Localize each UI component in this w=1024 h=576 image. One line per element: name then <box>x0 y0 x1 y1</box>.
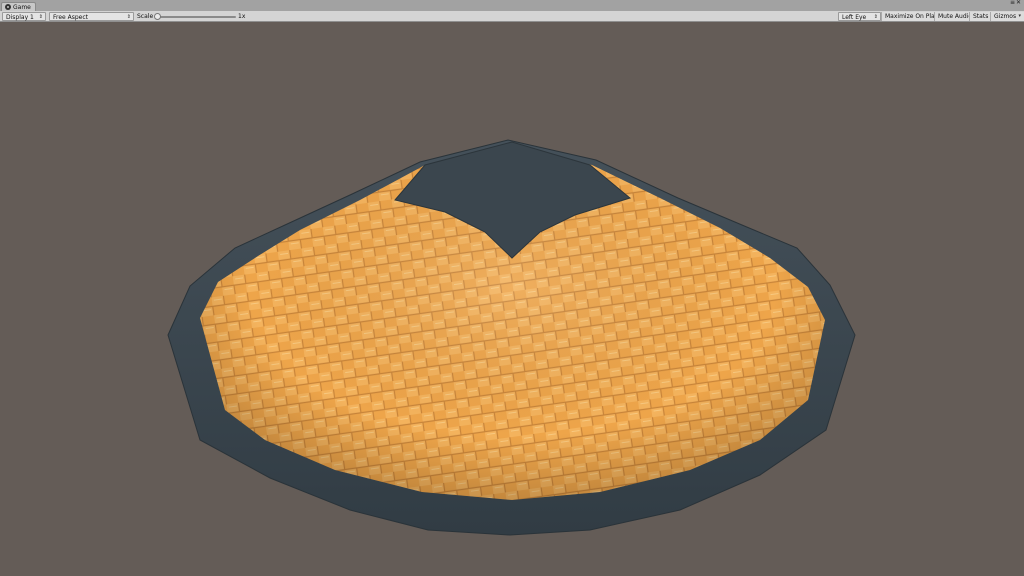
maximize-on-play-button[interactable]: Maximize On Play <box>881 12 942 21</box>
gizmos-dropdown[interactable]: Gizmos ▾ <box>990 12 1024 21</box>
tab-game[interactable]: Game <box>1 2 36 11</box>
chevron-updown-icon: ⇕ <box>38 14 43 20</box>
scale-value: 1x <box>238 13 246 20</box>
display-dropdown[interactable]: Display 1 ⇕ <box>2 12 46 21</box>
eye-label: Left Eye <box>842 14 867 21</box>
tab-bar: Game ≡ ✕ <box>0 0 1024 11</box>
unity-game-window: Game ≡ ✕ Display 1 ⇕ Free Aspect ⇕ Scale… <box>0 0 1024 576</box>
gizmos-label: Gizmos <box>994 13 1017 20</box>
chevron-updown-icon: ⇕ <box>873 14 878 20</box>
aspect-label: Free Aspect <box>53 14 89 21</box>
scale-slider-thumb[interactable] <box>154 13 161 20</box>
close-icon[interactable]: ✕ <box>1016 0 1021 6</box>
chevron-updown-icon: ⇕ <box>126 14 131 20</box>
game-controller-icon <box>5 4 11 10</box>
scale-slider-track[interactable] <box>158 16 236 18</box>
display-label: Display 1 <box>6 14 34 21</box>
scene-render <box>167 139 856 536</box>
stats-button[interactable]: Stats <box>969 12 992 21</box>
aspect-dropdown[interactable]: Free Aspect ⇕ <box>49 12 134 21</box>
game-viewport[interactable] <box>0 22 1024 576</box>
chevron-down-icon: ▾ <box>1018 13 1021 19</box>
eye-dropdown[interactable]: Left Eye ⇕ <box>838 12 881 21</box>
scale-label: Scale <box>137 13 154 20</box>
menu-icon[interactable]: ≡ <box>1010 0 1015 6</box>
tab-label: Game <box>13 3 31 11</box>
